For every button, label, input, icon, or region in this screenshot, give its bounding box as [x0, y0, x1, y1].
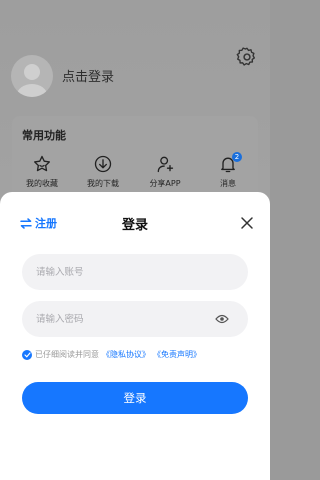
settings-gear-icon[interactable]: [236, 46, 258, 68]
sheet-title: 登录: [121, 218, 148, 233]
privacy-policy-link[interactable]: 《隐私协议》: [102, 349, 150, 360]
login-bottom-sheet: 注册 登录 已仔细阅读并同意 《隐私协议》 《免责声明》 登录: [0, 192, 270, 480]
download-icon: [94, 155, 112, 173]
shortcut-label: 分享APP: [149, 179, 181, 188]
default-avatar-icon: [17, 64, 47, 97]
login-prompt-link[interactable]: 点击登录: [62, 66, 114, 85]
unread-badge: 2: [232, 152, 242, 162]
agreement-row: 已仔细阅读并同意 《隐私协议》 《免责声明》: [22, 349, 201, 360]
agree-checkbox[interactable]: [22, 349, 32, 360]
shortcut-label: 消息: [220, 179, 236, 188]
shortcut-label: 我的收藏: [26, 179, 58, 188]
show-password-eye-icon[interactable]: [215, 313, 229, 325]
account-field[interactable]: [22, 254, 248, 290]
shortcut-favorites[interactable]: 我的收藏: [17, 154, 67, 189]
agree-text: 已仔细阅读并同意: [35, 350, 99, 359]
login-button[interactable]: 登录: [22, 382, 248, 414]
password-field[interactable]: [22, 301, 248, 337]
account-input[interactable]: [36, 254, 216, 290]
star-icon: [34, 155, 50, 172]
card-title: 常用功能: [22, 129, 66, 142]
share-user-icon: [157, 156, 174, 173]
avatar[interactable]: [11, 55, 53, 97]
close-icon[interactable]: [240, 216, 254, 230]
shortcut-messages[interactable]: 2 消息: [203, 152, 253, 189]
shortcut-share-app[interactable]: 分享APP: [140, 154, 190, 189]
shortcut-label: 我的下载: [87, 179, 119, 188]
disclaimer-link[interactable]: 《免责声明》: [153, 349, 201, 360]
shortcut-downloads[interactable]: 我的下载: [78, 154, 128, 189]
password-input[interactable]: [36, 301, 216, 337]
check-icon: [23, 351, 31, 358]
